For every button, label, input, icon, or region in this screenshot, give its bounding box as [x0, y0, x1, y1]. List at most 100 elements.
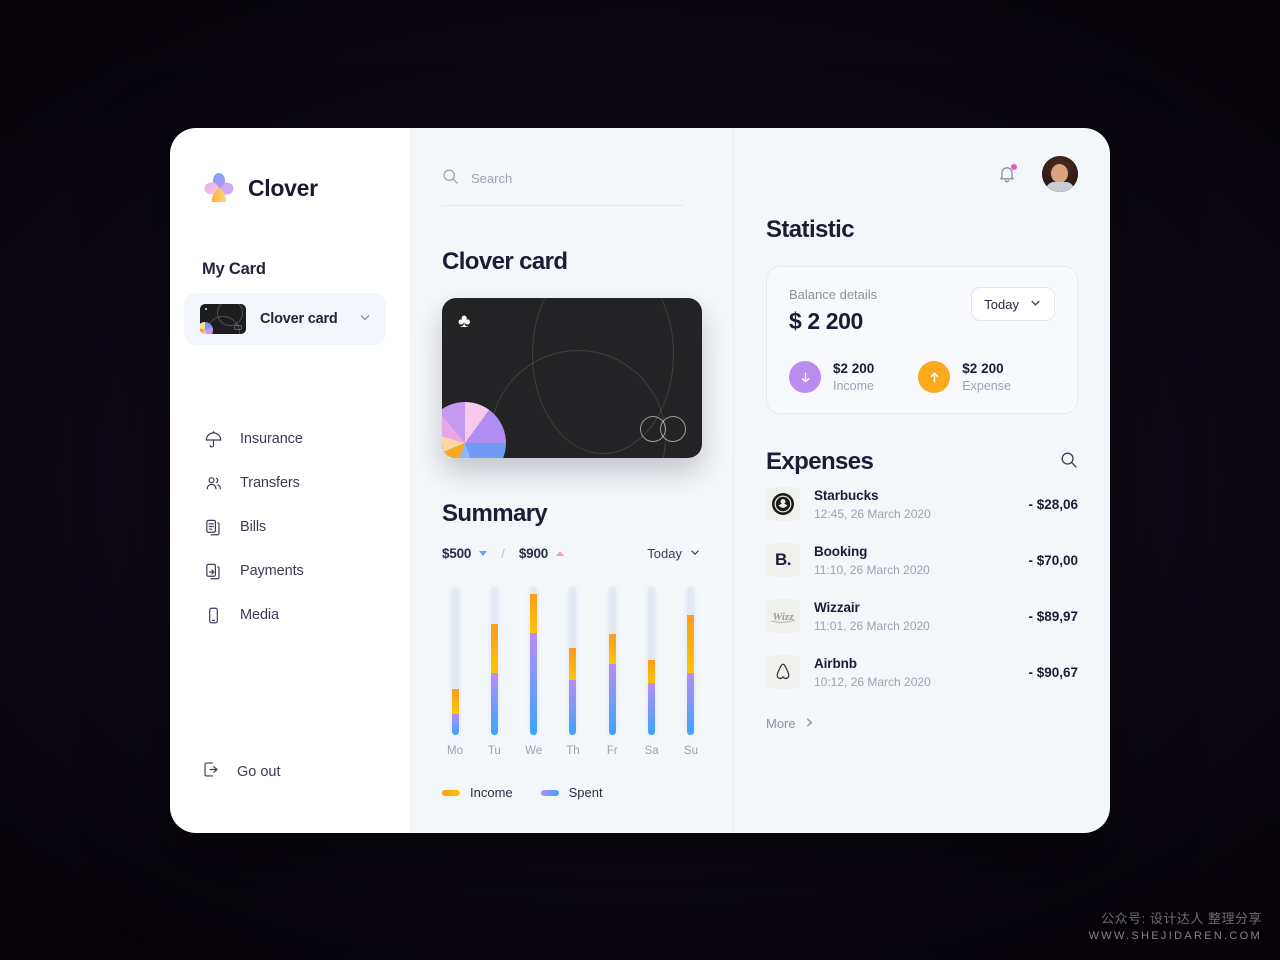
chart-legend: Income Spent — [442, 785, 701, 800]
expense-name: Starbucks — [814, 487, 879, 503]
sidebar-item-payments[interactable]: Payments — [170, 549, 410, 593]
club-suit-icon: ♣ — [458, 311, 471, 332]
documents-icon — [202, 516, 224, 538]
statistic-panel: Statistic Balance details $ 2 200 Today — [734, 128, 1110, 833]
bar-track — [451, 587, 459, 735]
bar-column — [678, 587, 704, 735]
clover-logo-icon — [202, 171, 236, 205]
legend-swatch-icon — [442, 789, 460, 796]
top-bar — [766, 128, 1078, 206]
chart-day-label: Mo — [447, 745, 463, 757]
balance-value: $ 2 200 — [789, 308, 863, 334]
sidebar-item-bills[interactable]: Bills — [170, 505, 410, 549]
people-icon — [202, 472, 224, 494]
phone-icon — [202, 604, 224, 626]
bar-segment-income — [687, 615, 695, 673]
more-link[interactable]: More — [766, 716, 1078, 731]
summary-bar-chart — [442, 583, 704, 735]
sidebar: Clover My Card Clover card Insurance Tra… — [170, 128, 410, 833]
airbnb-logo — [766, 655, 800, 689]
search-icon[interactable] — [1060, 451, 1078, 474]
summary-period-selector[interactable]: Today — [647, 546, 701, 561]
mastercard-circles-icon — [640, 416, 686, 442]
app-window: Clover My Card Clover card Insurance Tra… — [170, 128, 1110, 833]
expense-amount: - $89,97 — [1028, 608, 1078, 624]
sidebar-item-transfers[interactable]: Transfers — [170, 461, 410, 505]
sidebar-item-insurance[interactable]: Insurance — [170, 417, 410, 461]
bank-card[interactable]: ♣ — [442, 298, 702, 458]
summary-left-value: $500 — [442, 546, 472, 561]
expense-amount: - $28,06 — [1028, 496, 1078, 512]
chart-day-label: Su — [683, 745, 698, 757]
bar-segment-spent — [490, 672, 498, 735]
booking-logo: B. — [766, 543, 800, 577]
stat-income: $2 200 Income — [789, 361, 874, 393]
search-bar[interactable] — [442, 152, 684, 206]
bell-icon[interactable] — [996, 163, 1018, 185]
summary-separator: / — [501, 546, 505, 561]
search-icon — [442, 168, 459, 190]
sidebar-nav: Insurance Transfers Bills Payments Media — [170, 417, 410, 637]
chart-day-label: Tu — [487, 745, 501, 757]
bar-track — [648, 587, 656, 735]
clover-card-label: Clover card — [260, 311, 338, 327]
sidebar-item-media[interactable]: Media — [170, 593, 410, 637]
bar-segment-income — [648, 659, 656, 684]
statistic-title: Statistic — [766, 216, 855, 243]
legend-item-spent: Spent — [540, 785, 603, 800]
chevron-down-icon[interactable] — [358, 310, 372, 329]
logout-button[interactable]: Go out — [170, 755, 410, 789]
bar-track — [687, 587, 695, 735]
balance-label: Balance details — [789, 287, 878, 302]
stat-amount: $2 200 — [833, 361, 875, 376]
chart-day-label: Fr — [606, 745, 618, 757]
sidebar-section-title: My Card — [202, 260, 266, 278]
summary-title: Summary — [442, 500, 548, 527]
expense-row[interactable]: Wizz Wizzair 11:01, 26 March 2020 - $89,97 — [766, 588, 1078, 644]
expense-name: Booking — [814, 543, 868, 559]
more-label: More — [766, 716, 796, 731]
chart-day-labels: Mo Tu We Th Fr Sa Su — [442, 745, 704, 757]
chart-day-label: We — [525, 745, 543, 757]
bar-segment-income — [490, 624, 498, 673]
balance-period-selector[interactable]: Today — [971, 287, 1055, 321]
bar-column — [560, 587, 586, 735]
chevron-down-icon — [689, 546, 701, 561]
arrow-down-icon — [789, 361, 821, 393]
watermark-line2: WWW.SHEJIDAREN.COM — [1088, 930, 1262, 942]
sidebar-item-clover-card[interactable]: Clover card — [184, 293, 386, 345]
sidebar-item-label: Transfers — [240, 475, 300, 491]
notification-dot — [1011, 164, 1017, 170]
expense-row[interactable]: Airbnb 10:12, 26 March 2020 - $90,67 — [766, 644, 1078, 700]
watermark: 公众号: 设计达人 整理分享 WWW.SHEJIDAREN.COM — [1089, 908, 1262, 942]
umbrella-icon — [202, 428, 224, 450]
expense-row[interactable]: Starbucks 12:45, 26 March 2020 - $28,06 — [766, 476, 1078, 532]
chart-day-label: Sa — [644, 745, 659, 757]
sidebar-item-label: Payments — [240, 563, 304, 579]
expense-row[interactable]: B. Booking 11:10, 26 March 2020 - $70,00 — [766, 532, 1078, 588]
bar-track — [490, 587, 498, 735]
expenses-list: Starbucks 12:45, 26 March 2020- $28,06 B. B… — [766, 476, 1078, 700]
chevron-right-icon — [804, 716, 815, 731]
expenses-header: Expenses — [766, 448, 1078, 476]
search-input[interactable] — [471, 171, 684, 186]
expense-time: 10:12, 26 March 2020 — [814, 674, 931, 689]
bar-column — [442, 587, 468, 735]
bar-column — [521, 587, 547, 735]
avatar[interactable] — [1042, 156, 1078, 192]
card-panel-title: Clover card — [442, 248, 568, 275]
document-arrow-icon — [202, 560, 224, 582]
logout-label: Go out — [237, 764, 281, 780]
logout-icon — [202, 760, 221, 784]
bar-segment-income — [608, 634, 616, 664]
balance-period-label: Today — [984, 296, 1019, 312]
bar-segment-spent — [530, 632, 538, 735]
legend-item-income: Income — [442, 785, 513, 800]
expense-time: 11:01, 26 March 2020 — [814, 618, 930, 633]
expense-amount: - $70,00 — [1028, 552, 1078, 568]
watermark-line1: 公众号: 设计达人 整理分享 — [1101, 911, 1262, 926]
sidebar-item-label: Media — [240, 607, 279, 623]
triangle-up-icon — [556, 551, 565, 556]
expense-name: Airbnb — [814, 655, 857, 671]
bar-track — [530, 587, 538, 735]
